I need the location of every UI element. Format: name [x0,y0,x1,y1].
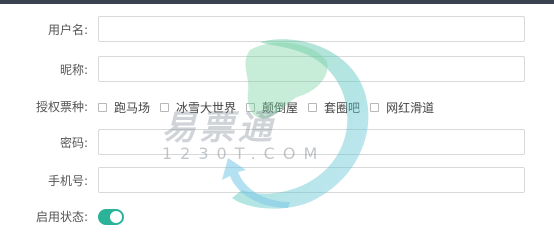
phone-label: 手机号: [47,174,88,188]
username-row: 用户名: [0,16,554,44]
nickname-row: 昵称: [0,56,554,84]
ticket-option-label: 冰雪大世界 [176,100,237,115]
status-label: 启用状态: [35,210,88,224]
ticket-option-label: 颠倒屋 [262,100,299,115]
nickname-input[interactable] [98,56,525,82]
status-toggle[interactable] [98,209,124,225]
checkbox[interactable] [160,102,170,112]
tickets-row: 授权票种: 跑马场 冰雪大世界 颠倒屋 套圈吧 网红滑道 [0,93,554,121]
password-label: 密码: [59,136,88,150]
checkbox[interactable] [308,102,318,112]
toggle-knob [110,211,122,223]
ticket-option-upside-down-house[interactable]: 颠倒屋 [246,99,298,116]
ticket-option-label: 套圈吧 [324,100,361,115]
ticket-option-slide[interactable]: 网红滑道 [370,99,434,116]
password-input[interactable] [98,129,525,155]
tickets-label: 授权票种: [35,100,88,114]
status-row: 启用状态: [0,203,554,231]
ticket-option-label: 网红滑道 [386,100,435,115]
ticket-option-label: 跑马场 [114,100,151,115]
phone-row: 手机号: [0,167,554,195]
checkbox[interactable] [370,102,380,112]
ticket-option-ring-toss[interactable]: 套圈吧 [308,99,360,116]
password-row: 密码: [0,129,554,157]
username-input[interactable] [98,16,525,42]
username-label: 用户名: [47,23,88,37]
nickname-label: 昵称: [59,63,88,77]
top-bar [0,0,554,4]
checkbox[interactable] [246,102,256,112]
ticket-checkbox-group: 跑马场 冰雪大世界 颠倒屋 套圈吧 网红滑道 [98,93,444,121]
ticket-option-ice-world[interactable]: 冰雪大世界 [160,99,236,116]
phone-input[interactable] [98,167,525,193]
ticket-option-racecourse[interactable]: 跑马场 [98,99,150,116]
checkbox[interactable] [98,102,107,112]
